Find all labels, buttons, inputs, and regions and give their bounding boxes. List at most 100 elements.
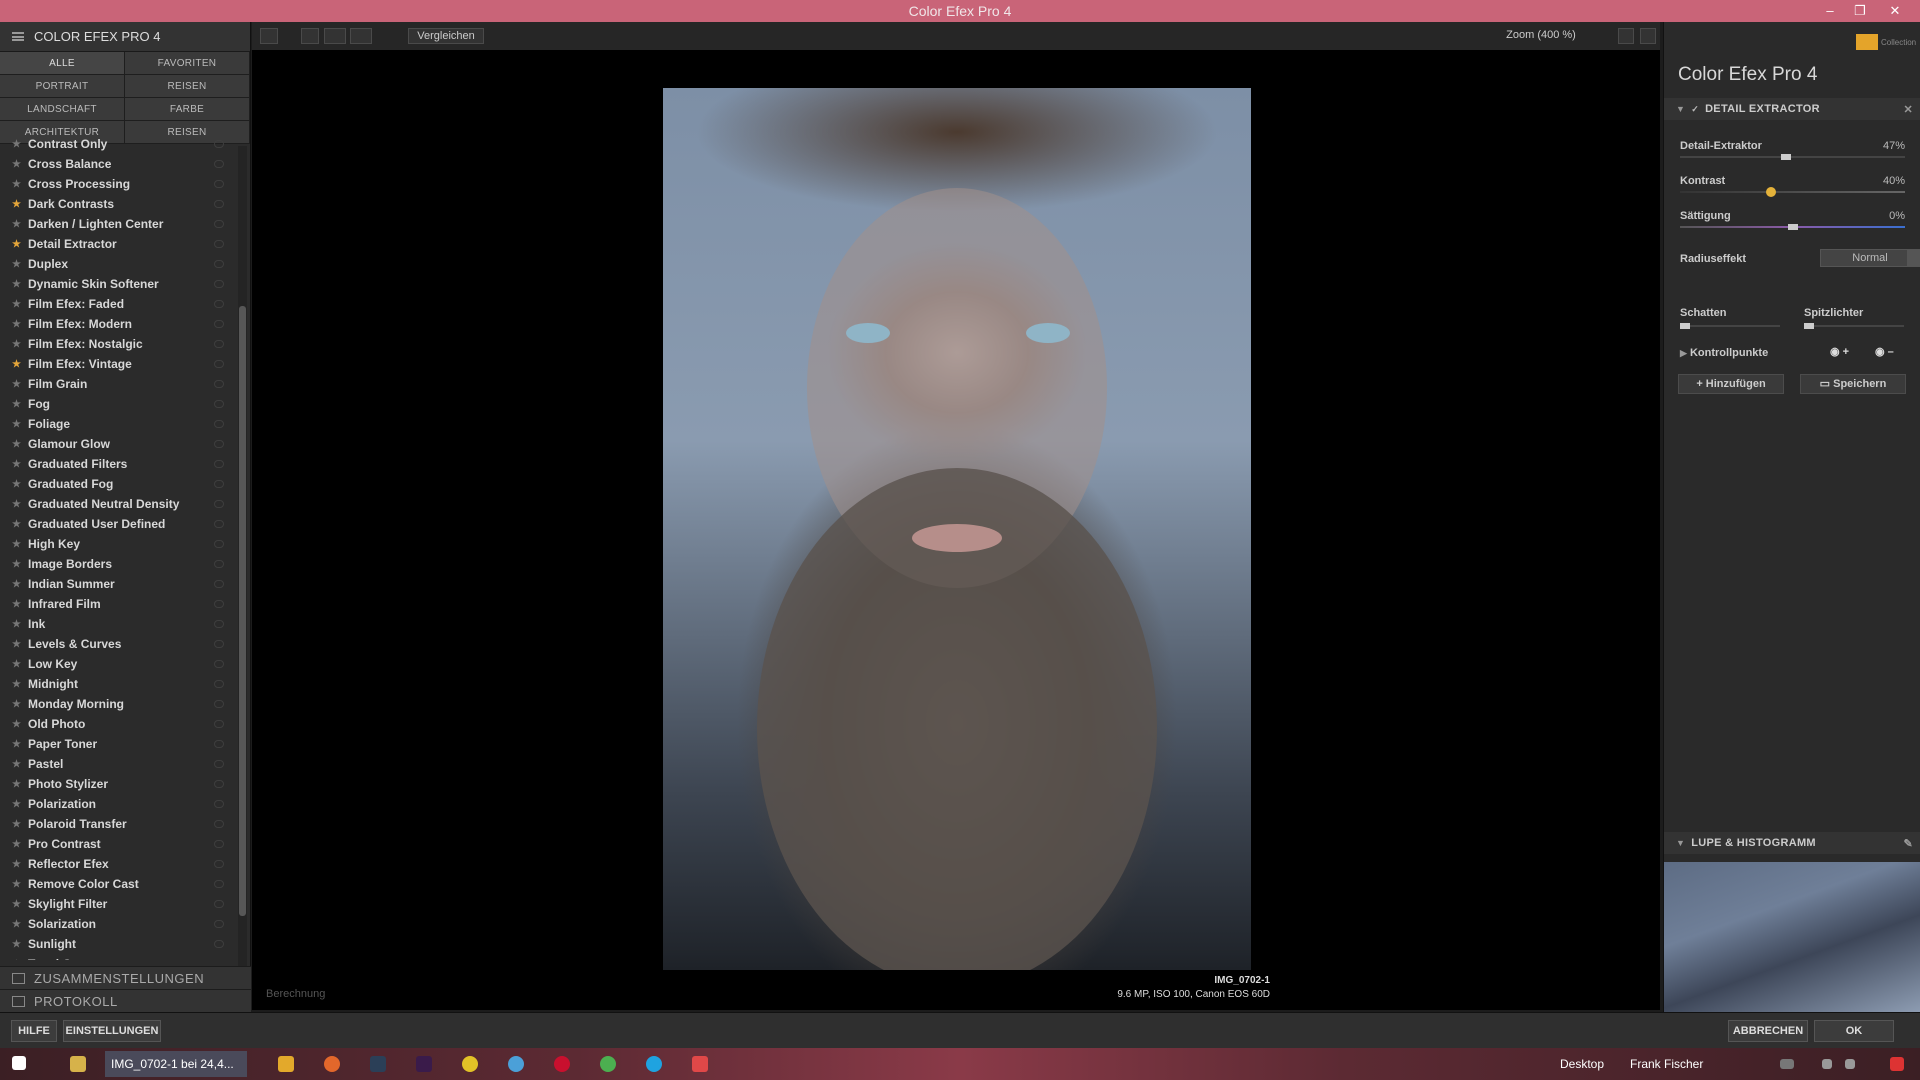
favorite-star-icon[interactable]: ★ — [12, 239, 22, 250]
filter-list-scrollbar[interactable] — [238, 146, 247, 968]
filter-header[interactable]: ▼ ✓ DETAIL EXTRACTOR ✕ — [1664, 98, 1920, 120]
lightroom-icon[interactable] — [370, 1056, 386, 1072]
favorite-star-icon[interactable]: ★ — [12, 459, 22, 470]
favorite-star-icon[interactable]: ★ — [12, 919, 22, 930]
filter-list-item[interactable]: ★ Skylight Filter — [0, 894, 236, 914]
preview-eye-icon[interactable] — [214, 360, 224, 368]
save-button[interactable]: ▭ Speichern — [1800, 374, 1906, 394]
background-icon[interactable] — [1618, 28, 1634, 44]
app-icon-folder[interactable] — [278, 1056, 294, 1072]
tab-farbe[interactable]: FARBE — [125, 98, 250, 121]
preview-eye-icon[interactable] — [214, 540, 224, 548]
tab-alle[interactable]: ALLE — [0, 52, 125, 75]
filter-list-item[interactable]: ★ Photo Stylizer — [0, 774, 236, 794]
remove-control-point-icon[interactable]: ◉ – — [1875, 345, 1894, 358]
preview-eye-icon[interactable] — [214, 260, 224, 268]
tab-reisen[interactable]: REISEN — [125, 75, 250, 98]
filter-list-item[interactable]: ★ Solarization — [0, 914, 236, 934]
favorite-star-icon[interactable]: ★ — [12, 379, 22, 390]
preview-eye-icon[interactable] — [214, 820, 224, 828]
filter-list-item[interactable]: ★ Midnight — [0, 674, 236, 694]
preview-canvas[interactable]: IMG_0702-1 9.6 MP, ISO 100, Canon EOS 60… — [252, 50, 1660, 1010]
favorite-star-icon[interactable]: ★ — [12, 639, 22, 650]
taskbar-photoshop-button[interactable]: IMG_0702-1 bei 24,4... — [105, 1051, 247, 1077]
favorite-star-icon[interactable]: ★ — [12, 699, 22, 710]
filter-list-item[interactable]: ★ Image Borders — [0, 554, 236, 574]
preview-eye-icon[interactable] — [214, 180, 224, 188]
preview-eye-icon[interactable] — [214, 800, 224, 808]
favorite-star-icon[interactable]: ★ — [12, 419, 22, 430]
filter-browser-header[interactable]: COLOR EFEX PRO 4 — [0, 22, 250, 52]
help-button[interactable]: HILFE — [11, 1020, 57, 1042]
maximize-button[interactable]: ❐ — [1845, 1, 1875, 21]
favorite-star-icon[interactable]: ★ — [12, 859, 22, 870]
taskbar-user-label[interactable]: Frank Fischer — [1630, 1057, 1703, 1071]
windows-start-icon[interactable] — [12, 1056, 26, 1070]
add-control-point-icon[interactable]: ◉ + — [1830, 345, 1849, 358]
favorite-star-icon[interactable]: ★ — [12, 579, 22, 590]
favorite-star-icon[interactable]: ★ — [12, 319, 22, 330]
section-protokoll[interactable]: PROTOKOLL — [0, 989, 251, 1012]
filter-list-item[interactable]: ★ Duplex — [0, 254, 236, 274]
filter-list-item[interactable]: ★ Levels & Curves — [0, 634, 236, 654]
preview-eye-icon[interactable] — [214, 500, 224, 508]
ok-button[interactable]: OK — [1814, 1020, 1894, 1042]
keyboard-icon[interactable] — [1780, 1059, 1794, 1069]
favorite-star-icon[interactable]: ★ — [12, 879, 22, 890]
slider-track[interactable] — [1680, 224, 1905, 230]
preview-eye-icon[interactable] — [214, 940, 224, 948]
favorite-star-icon[interactable]: ★ — [12, 559, 22, 570]
filter-list-item[interactable]: ★ Remove Color Cast — [0, 874, 236, 894]
preview-eye-icon[interactable] — [214, 900, 224, 908]
notification-icon[interactable] — [1890, 1057, 1904, 1071]
preview-eye-icon[interactable] — [214, 580, 224, 588]
add-button[interactable]: + Hinzufügen — [1678, 374, 1784, 394]
preview-eye-icon[interactable] — [214, 440, 224, 448]
preview-eye-icon[interactable] — [214, 620, 224, 628]
filter-list-item[interactable]: ★ Cross Processing — [0, 174, 236, 194]
preview-eye-icon[interactable] — [214, 660, 224, 668]
highlights-knob[interactable] — [1804, 323, 1814, 329]
preview-eye-icon[interactable] — [214, 280, 224, 288]
split-view-icon[interactable] — [324, 28, 346, 44]
collapse-icon[interactable]: ▼ — [1676, 838, 1685, 848]
filter-list-item[interactable]: ★ Graduated User Defined — [0, 514, 236, 534]
preview-eye-icon[interactable] — [214, 480, 224, 488]
minimize-button[interactable]: – — [1815, 1, 1845, 21]
tab-portrait[interactable]: PORTRAIT — [0, 75, 125, 98]
favorite-star-icon[interactable]: ★ — [12, 479, 22, 490]
firefox-icon[interactable] — [324, 1056, 340, 1072]
preview-eye-icon[interactable] — [214, 240, 224, 248]
slider-track[interactable] — [1680, 187, 1905, 197]
filter-list-item[interactable]: ★ Film Efex: Vintage — [0, 354, 236, 374]
preview-eye-icon[interactable] — [214, 920, 224, 928]
toggle-panel-icon[interactable] — [260, 28, 278, 44]
filter-list-item[interactable]: ★ Reflector Efex — [0, 854, 236, 874]
filter-list-item[interactable]: ★ Tonal Contrast — [0, 954, 236, 960]
favorite-star-icon[interactable]: ★ — [12, 339, 22, 350]
slider-detail-extractor[interactable]: Detail-Extraktor 47% — [1680, 140, 1905, 160]
filter-list-item[interactable]: ★ Infrared Film — [0, 594, 236, 614]
settings-button[interactable]: EINSTELLUNGEN — [63, 1020, 161, 1042]
favorite-star-icon[interactable]: ★ — [12, 159, 22, 170]
preview-eye-icon[interactable] — [214, 380, 224, 388]
filter-list-item[interactable]: ★ Film Efex: Faded — [0, 294, 236, 314]
filter-list-item[interactable]: ★ Pastel — [0, 754, 236, 774]
preview-eye-icon[interactable] — [214, 700, 224, 708]
app-icon-yellow[interactable] — [462, 1056, 478, 1072]
filter-list-item[interactable]: ★ Indian Summer — [0, 574, 236, 594]
skype-icon[interactable] — [646, 1056, 662, 1072]
preview-eye-icon[interactable] — [214, 600, 224, 608]
filter-list-item[interactable]: ★ Cross Balance — [0, 154, 236, 174]
slider-track[interactable] — [1680, 154, 1905, 160]
favorite-star-icon[interactable]: ★ — [12, 619, 22, 630]
check-icon[interactable]: ✓ — [1691, 104, 1699, 115]
filter-list-item[interactable]: ★ Fog — [0, 394, 236, 414]
filter-list-item[interactable]: ★ Graduated Neutral Density — [0, 494, 236, 514]
preview-eye-icon[interactable] — [214, 880, 224, 888]
filter-list-item[interactable]: ★ Pro Contrast — [0, 834, 236, 854]
favorite-star-icon[interactable]: ★ — [12, 659, 22, 670]
favorite-star-icon[interactable]: ★ — [12, 819, 22, 830]
shadows-track[interactable] — [1680, 323, 1780, 329]
filter-list-item[interactable]: ★ Dark Contrasts — [0, 194, 236, 214]
